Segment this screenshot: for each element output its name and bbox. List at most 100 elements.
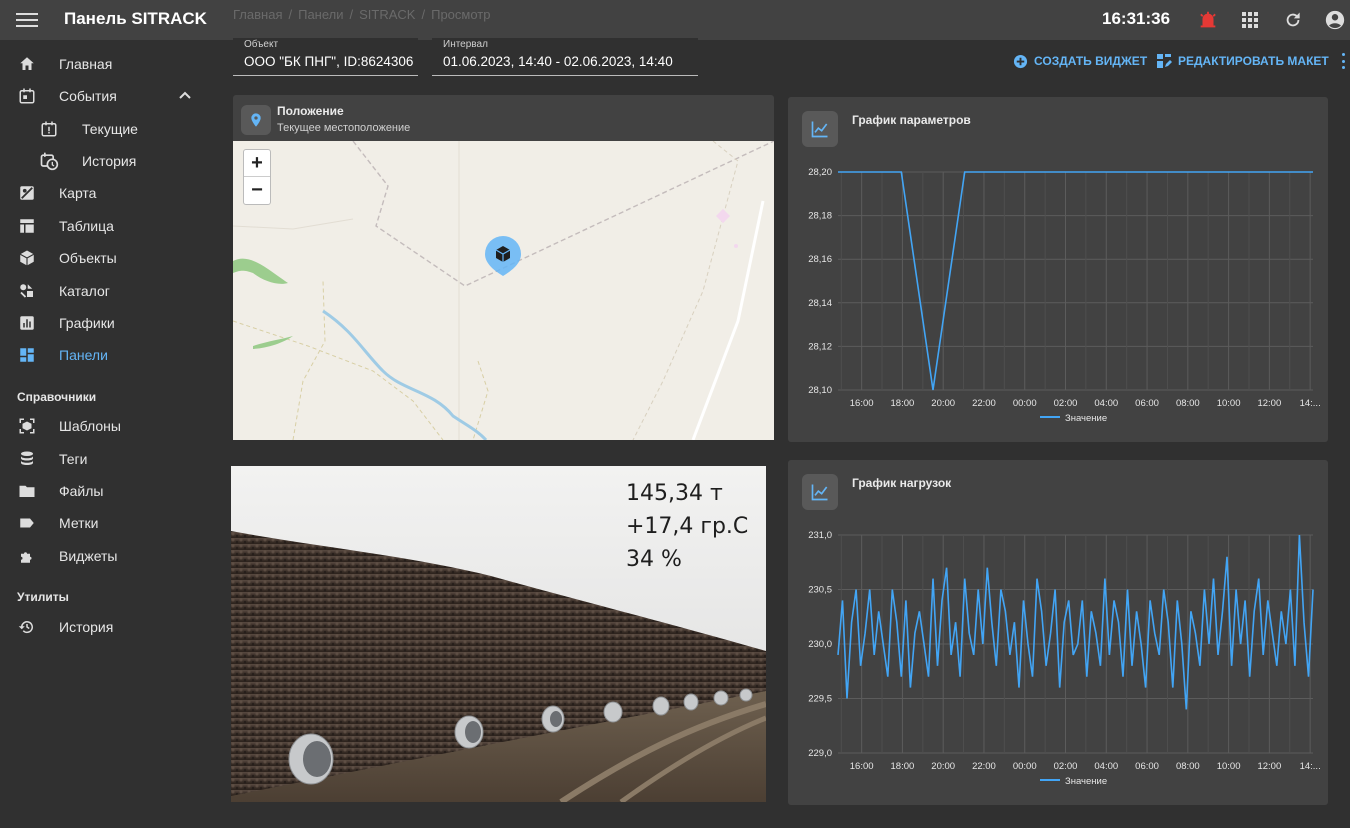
dashboard-icon	[17, 345, 37, 365]
sidebar: Главная События Текущие История Карта Та…	[0, 40, 215, 828]
sidebar-item-label: Карта	[59, 185, 97, 201]
zoom-in-button[interactable]: +	[244, 150, 270, 177]
sidebar-item-label: Таблица	[59, 218, 114, 234]
map-view[interactable]: + −	[233, 141, 774, 440]
sidebar-item-files[interactable]: Файлы	[0, 476, 215, 506]
humidity-readout: 34 %	[626, 547, 682, 572]
objects-icon	[17, 248, 37, 268]
breadcrumb-panels[interactable]: Панели	[298, 7, 343, 22]
load-chart: 231,0 230,5 230,0 229,5 229,0 16:00 18:00 20:00…	[808, 530, 1321, 787]
params-chart-xtick-label: 08:00	[1176, 398, 1200, 409]
params-chart-xtick-label: 20:00	[931, 398, 955, 409]
sidebar-item-label: История	[82, 153, 137, 169]
load-chart-xtick-label: 12:00	[1257, 761, 1281, 772]
load-chart-xtick-label: 00:00	[1013, 761, 1037, 772]
sidebar-item-history[interactable]: История	[0, 612, 215, 642]
interval-field[interactable]: Интервал 01.06.2023, 14:40 - 02.06.2023,…	[432, 38, 698, 76]
sidebar-item-home[interactable]: Главная	[0, 49, 215, 79]
object-field-label: Объект	[244, 39, 279, 50]
label-icon	[17, 513, 37, 533]
map-marker[interactable]	[483, 235, 523, 289]
menu-icon[interactable]	[16, 10, 38, 30]
sidebar-item-label: История	[59, 619, 114, 635]
history-icon	[17, 617, 37, 637]
sidebar-item-label: Виджеты	[59, 548, 118, 564]
chevron-up-icon[interactable]	[175, 86, 195, 106]
sidebar-item-tags[interactable]: Теги	[0, 444, 215, 474]
params-chart-xtick-label: 12:00	[1257, 398, 1281, 409]
load-chart-xtick-label: 20:00	[931, 761, 955, 772]
refresh-icon[interactable]	[1281, 8, 1305, 32]
sidebar-item-events-history[interactable]: История	[0, 146, 215, 176]
line-chart-icon	[802, 111, 838, 147]
load-chart-ytick-label: 231,0	[808, 530, 832, 541]
interval-field-value: 01.06.2023, 14:40 - 02.06.2023, 14:40	[443, 54, 673, 69]
sidebar-item-charts[interactable]: Графики	[0, 308, 215, 338]
load-chart-ytick-label: 229,0	[808, 748, 832, 759]
sidebar-item-table[interactable]: Таблица	[0, 211, 215, 241]
load-chart-xtick-label: 10:00	[1217, 761, 1241, 772]
sidebar-item-catalog[interactable]: Каталог	[0, 276, 215, 306]
load-chart-ytick-label: 230,0	[808, 639, 832, 650]
section-label-references: Справочники	[17, 390, 97, 404]
line-chart-icon	[802, 474, 838, 510]
map-icon	[17, 183, 37, 203]
interval-field-label: Интервал	[443, 39, 488, 50]
params-chart-legend-label[interactable]: Значение	[1065, 413, 1107, 424]
sidebar-item-label: Шаблоны	[59, 418, 121, 434]
sidebar-item-label: События	[59, 88, 117, 104]
breadcrumb-sitrack[interactable]: SITRACK	[359, 7, 415, 22]
sidebar-item-widgets[interactable]: Виджеты	[0, 541, 215, 571]
sidebar-item-label: Главная	[59, 56, 113, 72]
position-widget-title: Положение	[277, 104, 344, 118]
account-icon[interactable]	[1323, 8, 1347, 32]
widgets-icon	[17, 546, 37, 566]
app-title: Панель SITRACK	[64, 9, 207, 28]
events-icon	[17, 86, 37, 106]
load-chart-ytick-label: 230,5	[808, 585, 832, 596]
add-circle-icon	[1013, 54, 1028, 68]
home-icon	[17, 54, 37, 74]
sidebar-item-panels[interactable]: Панели	[0, 340, 215, 370]
edit-layout-icon	[1157, 54, 1172, 68]
sidebar-item-label: Теги	[59, 451, 88, 467]
alarm-icon[interactable]	[1196, 8, 1220, 32]
params-chart-xtick-label: 04:00	[1094, 398, 1118, 409]
clock: 16:31:36	[1102, 9, 1171, 28]
sidebar-item-events[interactable]: События	[0, 81, 215, 111]
sidebar-item-objects[interactable]: Объекты	[0, 243, 215, 273]
create-widget-button[interactable]: СОЗДАТЬ ВИДЖЕТ	[1013, 52, 1147, 70]
apps-grid-icon[interactable]	[1238, 8, 1262, 32]
more-vert-icon[interactable]	[1340, 53, 1346, 69]
edit-layout-label: РЕДАКТИРОВАТЬ МАКЕТ	[1178, 54, 1329, 68]
catalog-icon	[17, 281, 37, 301]
load-chart-xtick-label: 16:00	[850, 761, 874, 772]
params-chart-ytick-label: 28,20	[808, 167, 832, 178]
load-chart-xtick-label: 14:...	[1300, 761, 1321, 772]
top-app-bar: Панель SITRACK Главная / Панели / SITRACK /…	[0, 0, 1350, 40]
weight-readout: 145,34 т	[626, 481, 723, 506]
object-field[interactable]: Объект ООО "БК ПНГ", ID:8624306	[233, 38, 418, 76]
sidebar-item-map[interactable]: Карта	[0, 178, 215, 208]
load-chart-xtick-label: 18:00	[891, 761, 915, 772]
zoom-out-button[interactable]: −	[244, 177, 270, 204]
params-chart-ytick-label: 28,12	[808, 341, 832, 352]
params-chart-ytick-label: 28,10	[808, 385, 832, 396]
sidebar-item-label: Графики	[59, 315, 115, 331]
sidebar-item-labels[interactable]: Метки	[0, 508, 215, 538]
params-chart: 28,20 28,18 28,16 28,14 28,12 28,10 16:00 18:00…	[808, 167, 1320, 424]
folder-icon	[17, 481, 37, 501]
sidebar-item-label: Каталог	[59, 283, 110, 299]
zoom-control: + −	[243, 149, 271, 205]
load-chart-legend-label[interactable]: Значение	[1065, 776, 1107, 787]
sidebar-item-templates[interactable]: Шаблоны	[0, 411, 215, 441]
section-label-utilities: Утилиты	[17, 590, 69, 604]
current-events-icon	[39, 119, 59, 139]
sidebar-item-current[interactable]: Текущие	[0, 114, 215, 144]
params-chart-series-line	[838, 171, 1313, 391]
edit-layout-button[interactable]: РЕДАКТИРОВАТЬ МАКЕТ	[1156, 52, 1329, 70]
breadcrumb-home[interactable]: Главная	[233, 7, 282, 22]
sidebar-item-label: Текущие	[82, 121, 138, 137]
sidebar-item-label: Объекты	[59, 250, 117, 266]
load-chart-ytick-label: 229,5	[808, 694, 832, 705]
